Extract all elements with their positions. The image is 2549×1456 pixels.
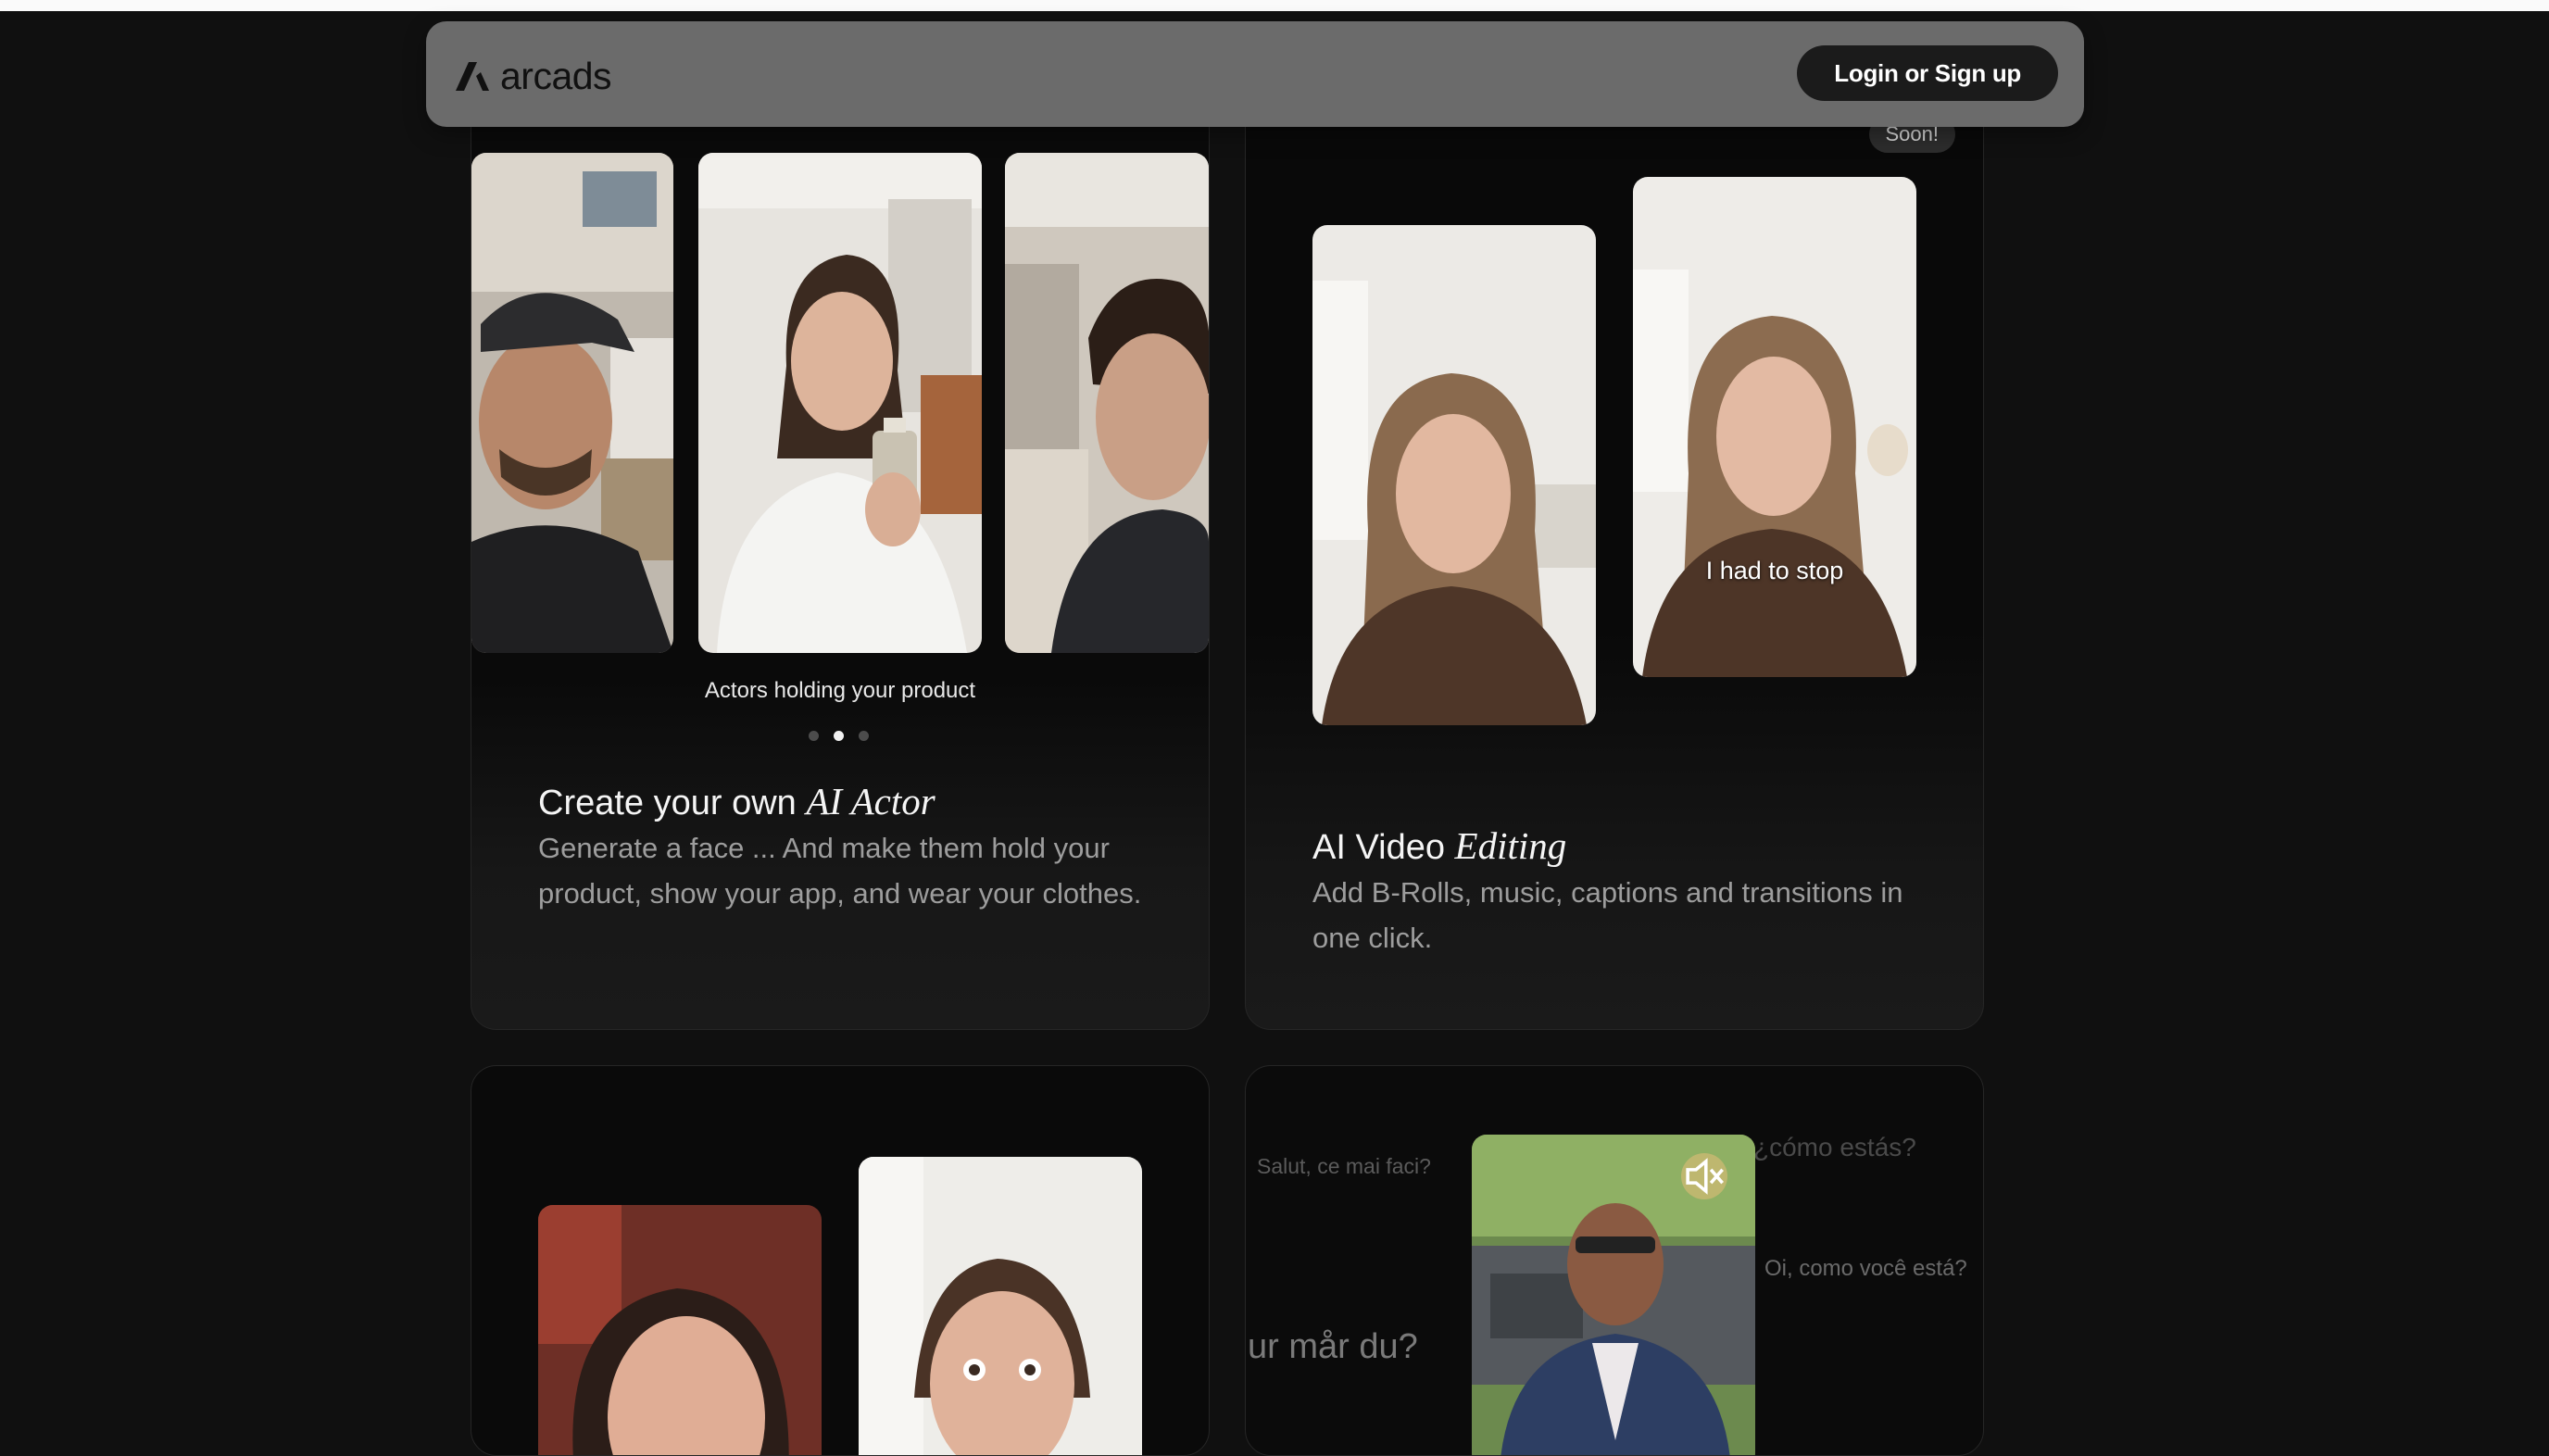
expression-photo-woman-dark-hair[interactable]	[538, 1205, 822, 1455]
card-title-plain: Create your own	[538, 784, 807, 822]
phrase-norwegian: ur mår du?	[1248, 1327, 1418, 1366]
card-title-ai-video-editing: AI Video Editing	[1312, 823, 1566, 868]
editing-photo-after[interactable]: I had to stop	[1633, 177, 1916, 677]
phrase-spanish: ¿cómo estás?	[1753, 1133, 1916, 1161]
card-title-emphasis: Editing	[1454, 824, 1567, 867]
phrase-portuguese: Oi, como você está?	[1764, 1256, 1967, 1281]
card-description-ai-actor: Generate a face ... And make them hold y…	[538, 832, 1142, 910]
carousel-dot-3[interactable]	[859, 731, 869, 741]
feature-card-expressions	[471, 1065, 1210, 1456]
brand-logo[interactable]: arcads	[454, 53, 612, 99]
carousel-dot-2[interactable]	[834, 731, 844, 741]
translation-photo-man-suit[interactable]	[1472, 1135, 1755, 1455]
browser-top-edge	[0, 0, 2549, 11]
brand-name: arcads	[500, 54, 612, 97]
carousel-pagination	[809, 731, 869, 741]
carousel-dot-1[interactable]	[809, 731, 819, 741]
card-title-ai-actor: Create your own AI Actor	[538, 779, 935, 823]
card-description-ai-video-editing: Add B-Rolls, music, captions and transit…	[1312, 876, 1903, 954]
feature-card-ai-video-editing: Soon! I had to stop AI Video Editing Add…	[1245, 37, 1984, 1030]
actor-photo-man-cap[interactable]	[471, 153, 673, 653]
card-title-emphasis: AI Actor	[806, 780, 935, 822]
top-navbar: arcads Login or Sign up	[426, 21, 2084, 127]
carousel-caption: Actors holding your product	[704, 678, 976, 703]
feature-card-ai-actor: Actors holding your product Create your …	[471, 37, 1210, 1030]
login-signup-button[interactable]: Login or Sign up	[1797, 45, 2058, 101]
mute-icon[interactable]	[1681, 1153, 1727, 1199]
expression-photo-woman-surprised[interactable]	[859, 1157, 1142, 1455]
arcads-logo-icon	[456, 62, 489, 91]
actor-photo-man-room[interactable]	[1005, 153, 1209, 653]
subtitle-overlay: I had to stop	[1705, 557, 1844, 584]
feature-card-translation: Salut, ce mai faci? ¿cómo estás? Oi, com…	[1245, 1065, 1984, 1456]
actor-photo-woman-perfume[interactable]	[698, 153, 982, 653]
card-title-plain: AI Video	[1312, 828, 1455, 867]
phrase-romanian: Salut, ce mai faci?	[1257, 1154, 1431, 1178]
editing-photo-before[interactable]	[1312, 225, 1596, 725]
